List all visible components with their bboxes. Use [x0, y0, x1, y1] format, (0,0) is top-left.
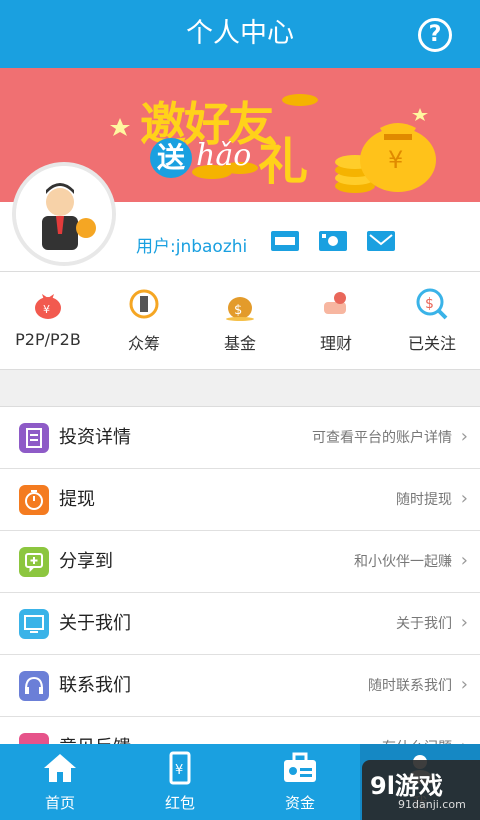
- quick-label: 理财: [319, 334, 352, 353]
- page-title: 个人中心: [186, 18, 294, 49]
- quick-item-finance[interactable]: 理财: [288, 272, 384, 370]
- tab-label: 首页: [44, 794, 75, 812]
- quick-item-follow[interactable]: $ 已关注: [384, 272, 480, 370]
- list-item-desc: 随时联系我们: [368, 678, 452, 694]
- watermark-logo: 9l游戏 91danji.com: [362, 760, 480, 820]
- list-item-desc: 和小伙伴一起赚: [354, 554, 452, 570]
- avatar-image: [16, 166, 112, 262]
- list-item-desc: 关于我们: [396, 616, 452, 632]
- doc-icon: [19, 423, 49, 453]
- tab-home[interactable]: 首页: [0, 744, 120, 820]
- settings-list: 投资详情 可查看平台的账户详情 › 提现 随时提现 › 分享到 和小伙伴一起赚 …: [0, 406, 480, 779]
- follow-icon: $: [416, 288, 448, 320]
- username-label: 用户:jnbaozhi: [136, 237, 248, 257]
- tab-label: 红包: [164, 794, 195, 812]
- chevron-right-icon: ›: [460, 674, 468, 695]
- id-icon[interactable]: [318, 230, 350, 254]
- list-item-desc: 可查看平台的账户详情: [312, 430, 452, 446]
- list-item-label: 分享到: [59, 551, 113, 572]
- timer-icon: [19, 485, 49, 515]
- tab-wallet[interactable]: 资金: [240, 744, 360, 820]
- fund-icon: $: [226, 297, 254, 321]
- headset-icon: [19, 671, 49, 701]
- svg-text:¥: ¥: [175, 763, 183, 778]
- banner-text-4: 礼: [258, 133, 308, 191]
- list-item-withdraw[interactable]: 提现 随时提现 ›: [0, 469, 480, 531]
- chevron-right-icon: ›: [460, 426, 468, 447]
- header-bar: 个人中心 ?: [0, 0, 480, 68]
- redpacket-icon: ¥: [169, 751, 191, 785]
- list-item-about[interactable]: 关于我们 关于我们 ›: [0, 593, 480, 655]
- quick-label: P2P/P2B: [15, 330, 81, 349]
- banner-text-3: hǎo: [196, 138, 252, 173]
- chevron-right-icon: ›: [460, 488, 468, 509]
- chevron-right-icon: ›: [460, 550, 468, 571]
- mail-icon[interactable]: [366, 230, 398, 254]
- list-item-label: 关于我们: [59, 613, 131, 634]
- list-item-label: 联系我们: [59, 675, 131, 696]
- list-item-label: 投资详情: [59, 427, 131, 448]
- watermark-sub: 91danji.com: [398, 798, 466, 811]
- svg-text:$: $: [234, 303, 242, 318]
- crowdfund-icon: [129, 289, 159, 319]
- list-item-label: 提现: [59, 489, 95, 510]
- question-icon[interactable]: ?: [418, 18, 452, 52]
- svg-text:¥: ¥: [43, 303, 50, 316]
- quick-item-crowdfund[interactable]: 众筹: [96, 272, 192, 370]
- svg-text:¥: ¥: [388, 146, 403, 174]
- share-icon: [19, 547, 49, 577]
- monitor-icon: [19, 609, 49, 639]
- quick-label: 众筹: [127, 334, 160, 353]
- quick-label: 已关注: [407, 334, 456, 353]
- list-item-share[interactable]: 分享到 和小伙伴一起赚 ›: [0, 531, 480, 593]
- chevron-right-icon: ›: [460, 612, 468, 633]
- finance-icon: [324, 292, 346, 314]
- moneybag-icon: ¥: [35, 294, 61, 319]
- home-icon: [44, 754, 76, 782]
- quick-menu: ¥ P2P/P2B 众筹 $ 基金 理财 $ 已关注: [0, 272, 480, 370]
- svg-text:$: $: [425, 296, 434, 312]
- wallet-icon: [284, 752, 316, 782]
- list-item-invest[interactable]: 投资详情 可查看平台的账户详情 ›: [0, 407, 480, 469]
- banner-text-2: 送: [150, 138, 192, 178]
- quick-label: 基金: [223, 334, 256, 353]
- tab-label: 资金: [284, 794, 315, 812]
- card-icon[interactable]: [270, 230, 302, 254]
- avatar[interactable]: [12, 162, 116, 266]
- quick-item-p2p[interactable]: ¥ P2P/P2B: [0, 272, 96, 370]
- list-item-contact[interactable]: 联系我们 随时联系我们 ›: [0, 655, 480, 717]
- tab-redpacket[interactable]: ¥ 红包: [120, 744, 240, 820]
- quick-item-fund[interactable]: $ 基金: [192, 272, 288, 370]
- watermark-main: 9l游戏: [370, 772, 443, 800]
- list-item-desc: 随时提现: [396, 492, 452, 508]
- app-screen: 个人中心 ? ¥ 邀好友 送 hǎo 礼 用户:jnbaozhi ¥ P2P/P…: [0, 0, 480, 820]
